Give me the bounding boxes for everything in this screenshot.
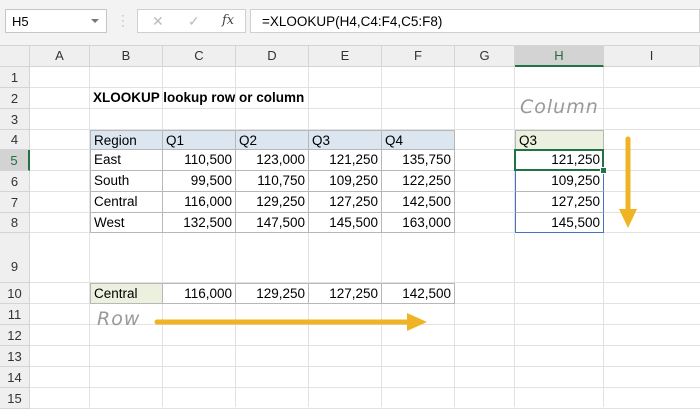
gridline bbox=[308, 67, 309, 407]
row-header-9[interactable]: 9 bbox=[0, 233, 30, 283]
row-header-7[interactable]: 7 bbox=[0, 192, 30, 213]
gridline bbox=[514, 67, 515, 407]
column-header-C[interactable]: C bbox=[163, 46, 236, 67]
cell-F6[interactable]: 122,250 bbox=[382, 171, 455, 192]
cell-D10[interactable]: 129,250 bbox=[236, 283, 309, 304]
row-header-8[interactable]: 8 bbox=[0, 213, 30, 233]
cell-C4[interactable]: Q1 bbox=[163, 130, 236, 150]
column-header-H[interactable]: H bbox=[515, 46, 604, 67]
gridline bbox=[603, 67, 604, 407]
row-header-3[interactable]: 3 bbox=[0, 109, 30, 130]
cell-D5[interactable]: 123,000 bbox=[236, 150, 309, 171]
selected-cell-border bbox=[514, 149, 604, 171]
column-header-I[interactable]: I bbox=[604, 46, 700, 67]
row-header-10[interactable]: 10 bbox=[0, 283, 30, 304]
column-header-B[interactable]: B bbox=[90, 46, 163, 67]
cell-C7[interactable]: 116,000 bbox=[163, 192, 236, 213]
row-header-14[interactable]: 14 bbox=[0, 367, 30, 388]
formula-buttons: ✕ ✓ fx bbox=[137, 9, 246, 33]
formula-toolbar: H5 · · · ✕ ✓ fx =XLOOKUP(H4,C4:F4,C5:F8) bbox=[0, 0, 700, 46]
cell-F5[interactable]: 135,750 bbox=[382, 150, 455, 171]
gridline bbox=[89, 67, 90, 407]
cell-E10[interactable]: 127,250 bbox=[309, 283, 382, 304]
gridline bbox=[30, 387, 700, 388]
cell-F10[interactable]: 142,500 bbox=[382, 283, 455, 304]
cell-E7[interactable]: 127,250 bbox=[309, 192, 382, 213]
formula-input[interactable]: =XLOOKUP(H4,C4:F4,C5:F8) bbox=[250, 9, 700, 33]
row-header-6[interactable]: 6 bbox=[0, 171, 30, 192]
gridline bbox=[381, 67, 382, 407]
cell-D4[interactable]: Q2 bbox=[236, 130, 309, 150]
select-all-corner[interactable] bbox=[0, 46, 30, 67]
cell-C5[interactable]: 110,500 bbox=[163, 150, 236, 171]
drag-handle-icon[interactable]: · · · bbox=[121, 9, 125, 31]
column-header-G[interactable]: G bbox=[455, 46, 515, 67]
row-header-2[interactable]: 2 bbox=[0, 88, 30, 109]
name-box-value: H5 bbox=[12, 14, 29, 29]
cell-C6[interactable]: 99,500 bbox=[163, 171, 236, 192]
insert-function-icon[interactable]: fx bbox=[222, 13, 234, 28]
gridline bbox=[162, 67, 163, 407]
cell-B6[interactable]: South bbox=[90, 171, 163, 192]
cell-D7[interactable]: 129,250 bbox=[236, 192, 309, 213]
cell-E6[interactable]: 109,250 bbox=[309, 171, 382, 192]
cell-B2[interactable]: XLOOKUP lookup row or column bbox=[90, 88, 390, 109]
cell-H7[interactable]: 127,250 bbox=[515, 192, 604, 213]
cell-H6[interactable]: 109,250 bbox=[515, 171, 604, 192]
gridline bbox=[30, 366, 700, 367]
cell-F7[interactable]: 142,500 bbox=[382, 192, 455, 213]
gridline bbox=[454, 67, 455, 407]
row-header-4[interactable]: 4 bbox=[0, 130, 30, 150]
cell-H4[interactable]: Q3 bbox=[515, 130, 604, 150]
cell-F4[interactable]: Q4 bbox=[382, 130, 455, 150]
cell-C10[interactable]: 116,000 bbox=[163, 283, 236, 304]
cell-F8[interactable]: 163,000 bbox=[382, 213, 455, 233]
row-header-13[interactable]: 13 bbox=[0, 346, 30, 367]
cell-E8[interactable]: 145,500 bbox=[309, 213, 382, 233]
cell-C8[interactable]: 132,500 bbox=[163, 213, 236, 233]
down-arrow-icon bbox=[619, 136, 637, 228]
row-header-15[interactable]: 15 bbox=[0, 388, 30, 409]
cell-B4[interactable]: Region bbox=[90, 130, 163, 150]
row-header-11[interactable]: 11 bbox=[0, 304, 30, 325]
column-header-F[interactable]: F bbox=[382, 46, 455, 67]
cell-B8[interactable]: West bbox=[90, 213, 163, 233]
gridline bbox=[235, 67, 236, 407]
cell-H8[interactable]: 145,500 bbox=[515, 213, 604, 233]
enter-icon[interactable]: ✓ bbox=[188, 13, 200, 30]
cell-E5[interactable]: 121,250 bbox=[309, 150, 382, 171]
column-header-D[interactable]: D bbox=[236, 46, 309, 67]
cancel-icon[interactable]: ✕ bbox=[152, 13, 164, 30]
fill-handle[interactable] bbox=[600, 167, 607, 174]
row-header-12[interactable]: 12 bbox=[0, 325, 30, 346]
row-header-1[interactable]: 1 bbox=[0, 67, 30, 88]
cell-D6[interactable]: 110,750 bbox=[236, 171, 309, 192]
spreadsheet-grid[interactable]: A B C D E F G H I 1 2 3 4 5 6 7 8 9 10 11 12 13 14 15 XLOOKUP lo… bbox=[0, 46, 700, 409]
cell-B5[interactable]: East bbox=[90, 150, 163, 171]
column-header-E[interactable]: E bbox=[309, 46, 382, 67]
chevron-down-icon[interactable] bbox=[91, 19, 99, 23]
cell-E4[interactable]: Q3 bbox=[309, 130, 382, 150]
right-arrow-icon bbox=[154, 313, 427, 331]
name-box[interactable]: H5 bbox=[5, 9, 107, 33]
row-header-5[interactable]: 5 bbox=[0, 150, 30, 171]
column-header-A[interactable]: A bbox=[30, 46, 90, 67]
cell-B7[interactable]: Central bbox=[90, 192, 163, 213]
cell-D8[interactable]: 147,500 bbox=[236, 213, 309, 233]
row-annotation: Row bbox=[97, 308, 141, 330]
cell-B10[interactable]: Central bbox=[90, 283, 163, 304]
gridline bbox=[30, 345, 700, 346]
column-annotation: Column bbox=[520, 96, 599, 118]
